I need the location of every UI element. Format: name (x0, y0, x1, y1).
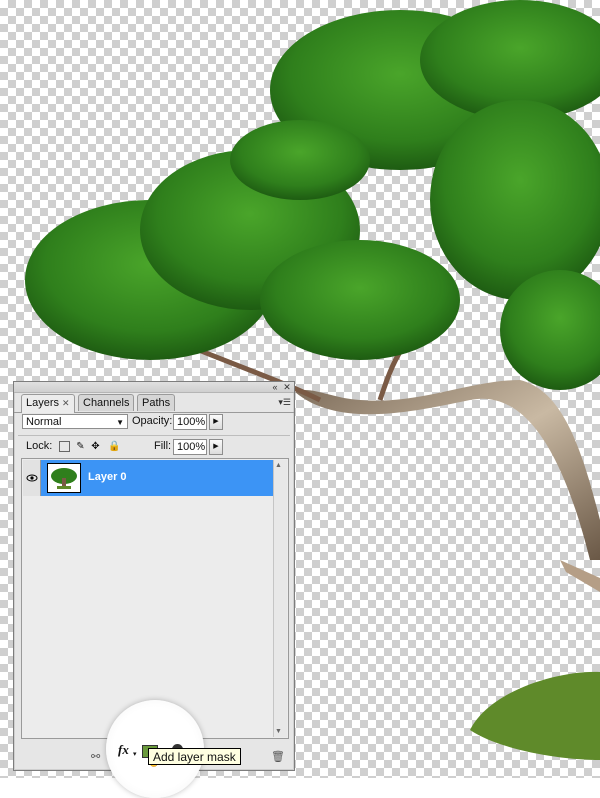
chevron-down-icon: ▾ (133, 751, 137, 758)
fill-label: Fill: (154, 440, 172, 452)
lock-image-brush-icon[interactable]: ✎ (75, 441, 86, 452)
blend-mode-value: Normal (26, 416, 62, 428)
lock-transparency-icon[interactable] (59, 441, 70, 452)
lock-all-icon[interactable]: 🔒 (108, 441, 120, 452)
opacity-input[interactable]: 100% (173, 414, 207, 430)
scroll-down-icon[interactable]: ▼ (275, 728, 282, 735)
link-icon[interactable]: ⚯ (91, 750, 100, 763)
fill-slider-button[interactable]: ▶ (209, 439, 223, 455)
panel-title-bar[interactable]: « ✕ (14, 382, 294, 393)
opacity-label: Opacity: (132, 415, 173, 427)
fx-icon[interactable]: fx (118, 742, 129, 758)
layers-list: Layer 0 ▲ ▼ (21, 458, 289, 739)
layers-scrollbar[interactable]: ▲ ▼ (273, 460, 287, 737)
close-tab-icon[interactable]: ✕ (62, 398, 70, 408)
trash-icon[interactable]: 🗑 (271, 750, 285, 763)
tab-label: Paths (142, 397, 171, 409)
tab-layers[interactable]: Layers ✕ (21, 394, 75, 413)
opacity-slider-button[interactable]: ▶ (209, 414, 223, 430)
layer-row[interactable]: Layer 0 (23, 460, 275, 496)
dropdown-arrow-icon: ▼ (116, 418, 124, 427)
tab-paths[interactable]: Paths (137, 394, 176, 411)
tab-label: Layers (26, 397, 60, 409)
blend-mode-select[interactable]: Normal ▼ (22, 414, 128, 429)
layer-name[interactable]: Layer 0 (88, 471, 127, 483)
panel-tabs: Layers ✕ Channels Paths ▾☰ (14, 394, 294, 413)
divider (18, 435, 290, 436)
panel-menu-icon[interactable]: ▾☰ (278, 397, 291, 408)
scroll-up-icon[interactable]: ▲ (275, 462, 282, 469)
eye-icon (26, 474, 38, 482)
close-panel-icon[interactable]: ✕ (282, 382, 292, 392)
tree-thumbnail-icon (51, 468, 77, 489)
lock-position-move-icon[interactable]: ✥ (90, 441, 101, 452)
tooltip: Add layer mask (148, 748, 241, 765)
collapse-icon[interactable]: « (270, 382, 280, 392)
visibility-toggle[interactable] (23, 460, 41, 496)
lock-label: Lock: (26, 440, 53, 452)
layer-thumbnail[interactable] (47, 463, 81, 493)
tab-channels[interactable]: Channels (78, 394, 135, 411)
fill-input[interactable]: 100% (173, 439, 207, 455)
tab-label: Channels (83, 397, 130, 409)
